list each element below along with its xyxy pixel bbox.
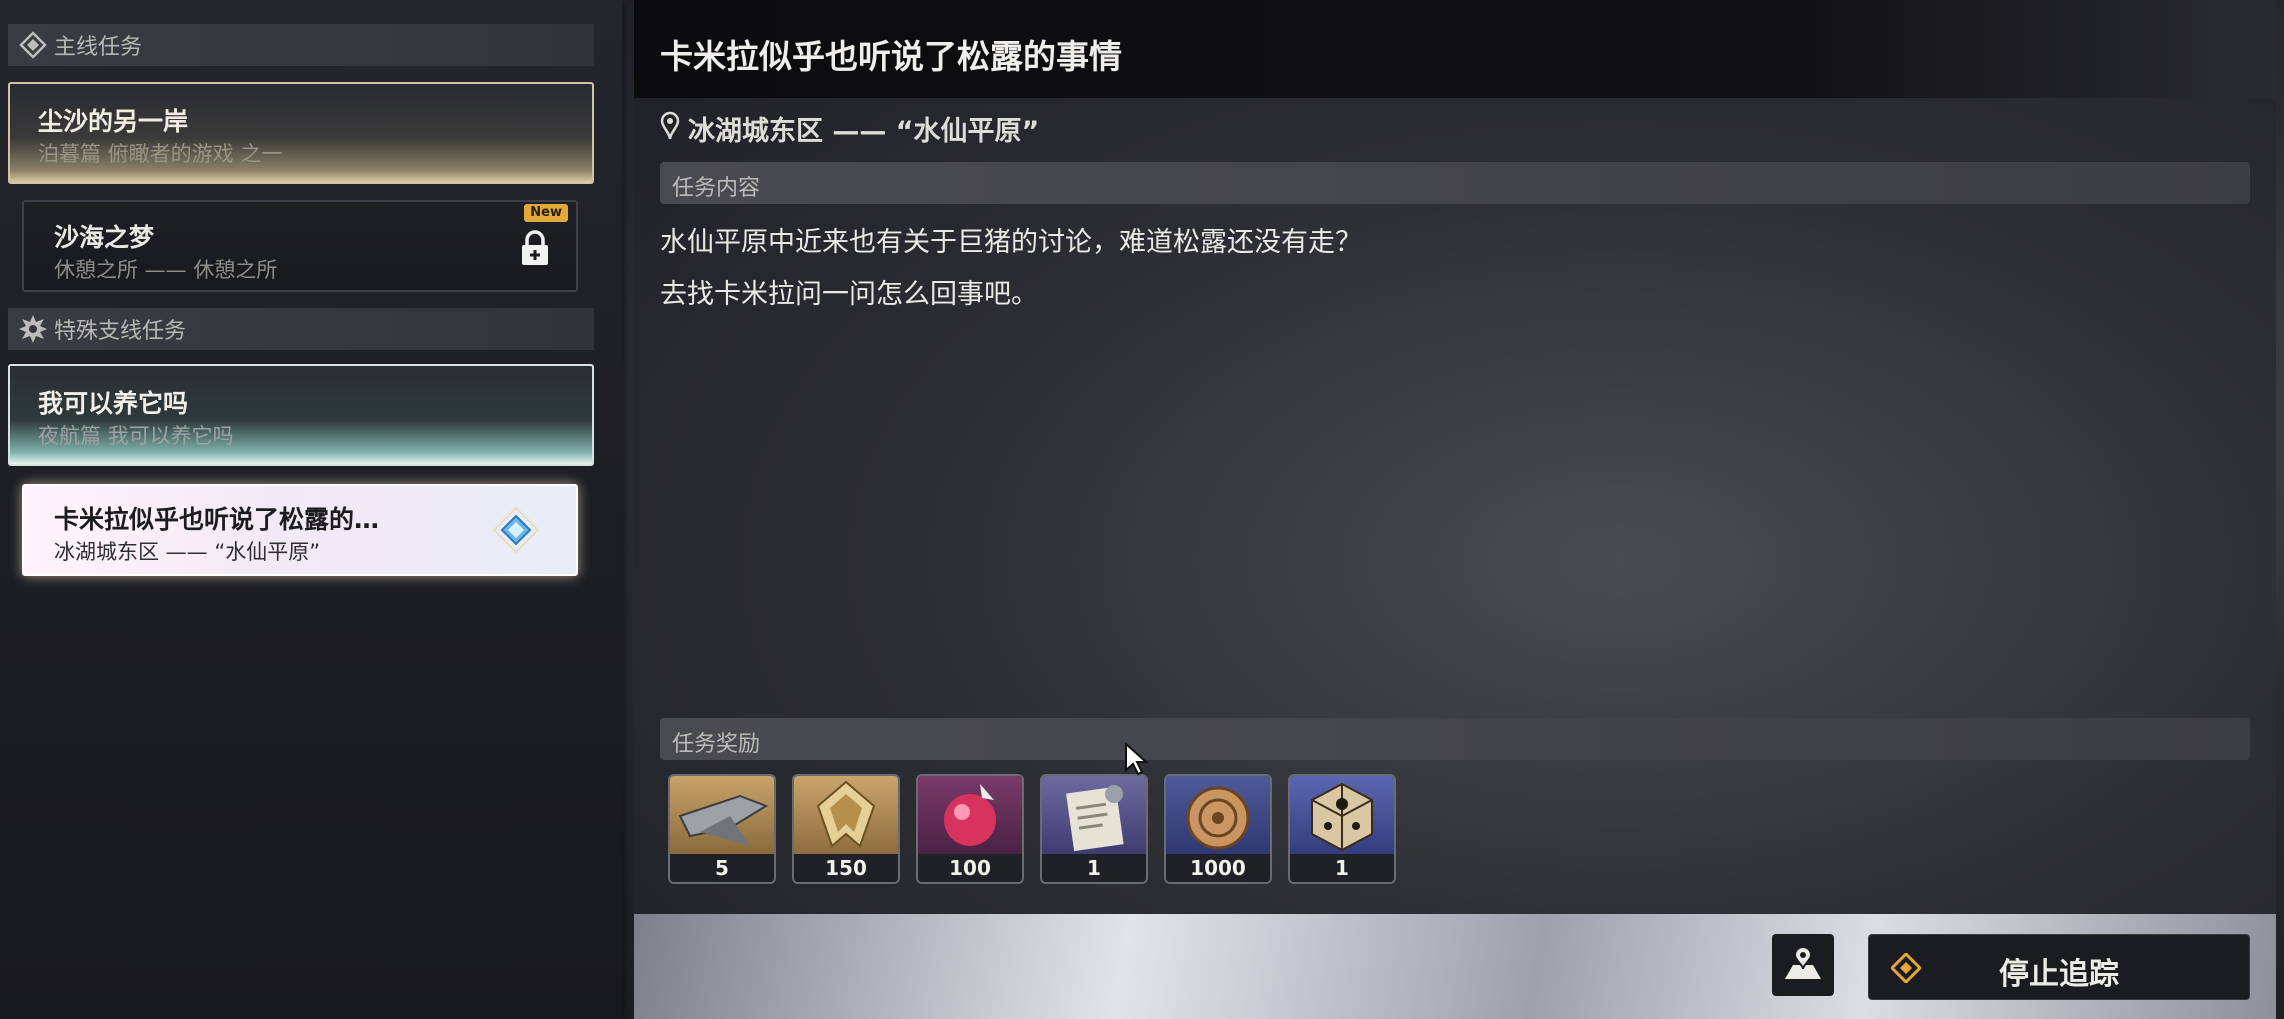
reward-item[interactable]: 1	[1288, 774, 1396, 884]
title-bar: 卡米拉似乎也听说了松露的事情	[634, 0, 2276, 98]
description-line-1: 水仙平原中近来也有关于巨猪的讨论，难道松露还没有走？	[660, 227, 1362, 258]
reward-count: 150	[794, 854, 898, 882]
reward-count: 1000	[1166, 854, 1270, 882]
quest-detail-panel: 卡米拉似乎也听说了松露的事情 冰湖城东区 —— “水仙平原” 任务内容 水仙平原…	[634, 0, 2276, 1019]
reward-item[interactable]: 150	[792, 774, 900, 884]
quest-item-main-2[interactable]: 沙海之梦 休憩之所 —— 休憩之所 New	[22, 200, 578, 292]
quest-title: 尘沙的另一岸	[38, 107, 189, 136]
quest-item-main-1[interactable]: 尘沙的另一岸 泊暮篇 俯瞰者的游戏 之一	[8, 82, 594, 184]
document-scroll-icon	[1042, 776, 1146, 854]
quest-title: 沙海之梦	[54, 223, 155, 252]
mouse-cursor-icon	[1124, 741, 1150, 780]
content-section-header: 任务内容	[660, 162, 2250, 204]
dice-cube-icon	[1290, 776, 1394, 854]
crimson-orb-icon	[918, 776, 1022, 854]
quest-subtitle: 冰湖城东区 —— “水仙平原”	[54, 540, 321, 564]
reward-item[interactable]: 1000	[1164, 774, 1272, 884]
rewards-list: 5 150 100 1 1000 1	[668, 774, 1396, 884]
tracked-quest-icon	[492, 506, 540, 558]
section-label: 任务内容	[672, 176, 761, 201]
page-title: 卡米拉似乎也听说了松露的事情	[660, 37, 1122, 76]
quest-title: 卡米拉似乎也听说了松露的…	[54, 505, 380, 534]
section-label: 任务奖励	[672, 732, 761, 757]
category-label: 特殊支线任务	[54, 319, 187, 344]
bottom-action-bar: 停止追踪	[634, 914, 2276, 1019]
new-badge: New	[524, 204, 568, 222]
category-special-side-quests: 特殊支线任务	[8, 308, 594, 350]
location-pin-icon	[660, 111, 680, 145]
lock-icon	[520, 230, 550, 270]
quest-item-side-2-selected[interactable]: 卡米拉似乎也听说了松露的… 冰湖城东区 —— “水仙平原”	[22, 484, 578, 576]
reward-item[interactable]: 1	[1040, 774, 1148, 884]
gold-crest-icon	[794, 776, 898, 854]
main-quest-icon	[18, 30, 48, 60]
reward-item[interactable]: 5	[668, 774, 776, 884]
reward-count: 5	[670, 854, 774, 882]
map-icon	[1783, 945, 1823, 985]
reward-count: 1	[1290, 854, 1394, 882]
blade-material-icon	[670, 776, 774, 854]
stop-tracking-button[interactable]: 停止追踪	[1868, 934, 2250, 1000]
bronze-coin-icon	[1166, 776, 1270, 854]
quest-subtitle: 休憩之所 —— 休憩之所	[54, 258, 278, 282]
quest-subtitle: 夜航篇 我可以养它吗	[38, 424, 234, 448]
category-main-quests: 主线任务	[8, 24, 594, 66]
location-row: 冰湖城东区 —— “水仙平原”	[660, 108, 1039, 148]
rewards-section-header: 任务奖励	[660, 718, 2250, 760]
category-label: 主线任务	[54, 35, 143, 60]
map-button[interactable]	[1772, 934, 1834, 996]
reward-count: 1	[1042, 854, 1146, 882]
reward-count: 100	[918, 854, 1022, 882]
quest-item-side-1[interactable]: 我可以养它吗 夜航篇 我可以养它吗	[8, 364, 594, 466]
stop-tracking-label: 停止追踪	[1999, 957, 2119, 992]
special-side-quest-icon	[18, 314, 48, 344]
quest-subtitle: 泊暮篇 俯瞰者的游戏 之一	[38, 142, 283, 166]
location-text: 冰湖城东区 —— “水仙平原”	[688, 115, 1040, 147]
reward-item[interactable]: 100	[916, 774, 1024, 884]
quest-title: 我可以养它吗	[38, 389, 189, 418]
description-line-2: 去找卡米拉问一问怎么回事吧。	[660, 279, 1038, 310]
quest-list-sidebar: 主线任务 尘沙的另一岸 泊暮篇 俯瞰者的游戏 之一 沙海之梦 休憩之所 —— 休…	[0, 0, 622, 1019]
